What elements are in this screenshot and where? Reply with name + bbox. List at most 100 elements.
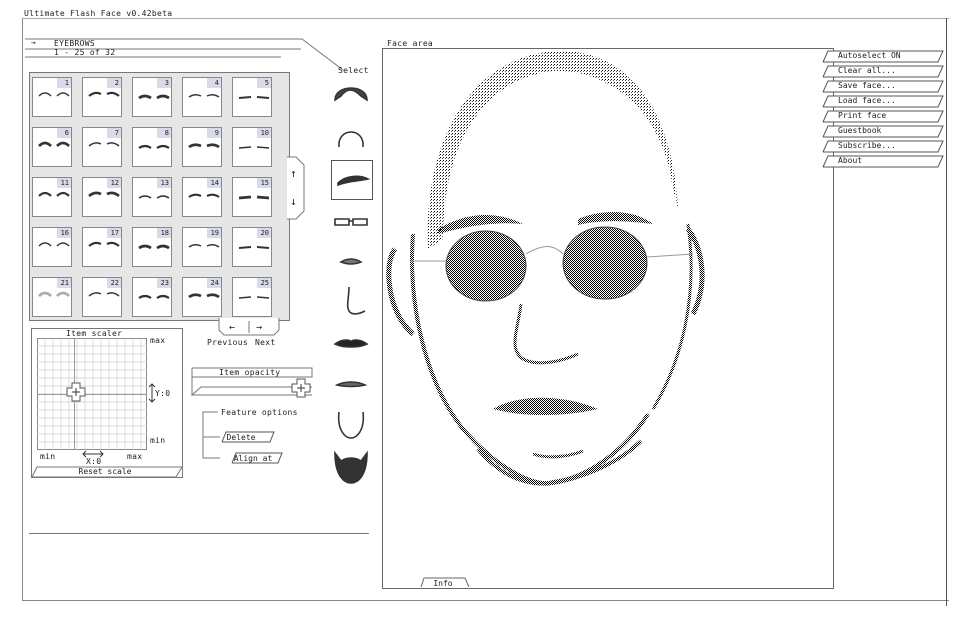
thumbnail-item[interactable]: 17 — [82, 227, 122, 267]
select-feature-mouth[interactable] — [331, 365, 373, 405]
thumbnail-item[interactable]: 25 — [232, 277, 272, 317]
delete-button[interactable]: Delete — [221, 432, 261, 444]
next-button[interactable]: Next — [255, 338, 275, 347]
menu-button-label: Autoselect ON — [838, 51, 901, 60]
thumbnail-item[interactable]: 15 — [232, 177, 272, 217]
thumbnail-item[interactable]: 19 — [182, 227, 222, 267]
menu-subscribe-button[interactable]: Subscribe... — [822, 140, 944, 153]
head-shape-icon — [338, 131, 364, 148]
thumbnail-item[interactable]: 20 — [232, 227, 272, 267]
thumbnail-number: 17 — [107, 228, 121, 238]
scaler-min-x: min — [40, 452, 56, 461]
reset-scale-button[interactable]: Reset scale — [40, 466, 170, 478]
chin-icon — [337, 411, 365, 439]
thumbnail-number: 19 — [207, 228, 221, 238]
select-feature-head-shape[interactable] — [331, 119, 373, 159]
scaler-handle-icon[interactable] — [66, 382, 86, 402]
thumbnail-item[interactable]: 2 — [82, 77, 122, 117]
select-feature-mustache[interactable] — [331, 324, 373, 364]
menu-button-label: Save face... — [838, 81, 896, 90]
select-feature-glasses[interactable] — [331, 201, 373, 241]
thumbnail-item[interactable]: 24 — [182, 277, 222, 317]
previous-button[interactable]: Previous — [207, 338, 248, 347]
scroll-box-shape — [287, 156, 305, 220]
thumbnail-number: 20 — [257, 228, 271, 238]
thumbnail-item[interactable]: 5 — [232, 77, 272, 117]
menu-guestbook-button[interactable]: Guestbook — [822, 125, 944, 138]
scroll-down-icon[interactable]: ↓ — [290, 195, 297, 208]
thumbnail-number: 10 — [257, 128, 271, 138]
category-name[interactable]: EYEBROWS — [54, 39, 95, 48]
thumbnail-number: 16 — [57, 228, 71, 238]
thumbnail-number: 7 — [107, 128, 121, 138]
thumbnail-item[interactable]: 4 — [182, 77, 222, 117]
thumbnail-number: 13 — [157, 178, 171, 188]
divider — [29, 533, 369, 534]
previous-arrow-icon[interactable]: ← — [229, 322, 235, 333]
menu-button-label: Subscribe... — [838, 141, 896, 150]
next-arrow-icon[interactable]: → — [256, 322, 262, 333]
select-feature-eyebrows[interactable] — [331, 160, 373, 200]
thumbnail-number: 25 — [257, 278, 271, 288]
thumbnail-number: 24 — [207, 278, 221, 288]
face-drawing — [386, 50, 705, 486]
menu-button-label: Clear all... — [838, 66, 896, 75]
category-range: 1 - 25 of 32 — [54, 48, 116, 57]
scaler-max-y: max — [150, 336, 166, 345]
menu-print-face-button[interactable]: Print face — [822, 110, 944, 123]
menu-load-face-button[interactable]: Load face... — [822, 95, 944, 108]
thumbnail-item[interactable]: 14 — [182, 177, 222, 217]
thumbnail-item[interactable]: 6 — [32, 127, 72, 167]
info-tab[interactable]: Info — [423, 578, 463, 590]
hair-icon — [334, 87, 368, 102]
thumbnail-number: 11 — [57, 178, 71, 188]
thumbnail-item[interactable]: 23 — [132, 277, 172, 317]
select-feature-eyes[interactable] — [331, 242, 373, 282]
window-title: Ultimate Flash Face v0.42beta — [24, 9, 173, 18]
select-feature-hair[interactable] — [331, 78, 373, 118]
item-opacity-label: Item opacity — [219, 368, 281, 377]
thumbnail-item[interactable]: 12 — [82, 177, 122, 217]
menu-button-label: Guestbook — [838, 126, 882, 135]
select-feature-chin[interactable] — [331, 406, 373, 446]
mustache-icon — [333, 339, 369, 348]
menu-autoselect-on-button[interactable]: Autoselect ON — [822, 50, 944, 63]
scaler-max-x: max — [127, 452, 143, 461]
thumbnail-item[interactable]: 21 — [32, 277, 72, 317]
thumbnail-item[interactable]: 8 — [132, 127, 172, 167]
thumbnail-item[interactable]: 11 — [32, 177, 72, 217]
thumbnail-item[interactable]: 22 — [82, 277, 122, 317]
opacity-slider-handle-icon[interactable] — [291, 378, 311, 398]
select-feature-beard[interactable] — [331, 447, 373, 487]
thumbnail-number: 18 — [157, 228, 171, 238]
scaler-x-readout: X:0 — [86, 457, 102, 466]
thumbnail-number: 23 — [157, 278, 171, 288]
beard-icon — [334, 450, 368, 484]
scroll-up-icon[interactable]: ↑ — [290, 167, 297, 180]
thumbnail-number: 1 — [57, 78, 71, 88]
thumbnail-number: 3 — [157, 78, 171, 88]
eyes-icon — [339, 258, 363, 265]
thumbnail-number: 9 — [207, 128, 221, 138]
align-at-button[interactable]: Align at — [231, 453, 275, 465]
right-edge-line — [946, 18, 947, 606]
select-feature-nose[interactable] — [331, 283, 373, 323]
thumbnail-item[interactable]: 10 — [232, 127, 272, 167]
thumbnail-number: 4 — [207, 78, 221, 88]
menu-about-button[interactable]: About — [822, 155, 944, 168]
menu-clear-all-button[interactable]: Clear all... — [822, 65, 944, 78]
thumbnail-item[interactable]: 18 — [132, 227, 172, 267]
menu-save-face-button[interactable]: Save face... — [822, 80, 944, 93]
thumbnail-item[interactable]: 9 — [182, 127, 222, 167]
thumbnail-item[interactable]: 7 — [82, 127, 122, 167]
thumbnail-number: 14 — [207, 178, 221, 188]
category-arrow-icon[interactable]: → — [31, 38, 36, 47]
scaler-grid[interactable] — [37, 338, 147, 450]
face-area-title: Face area — [387, 39, 434, 48]
thumbnail-item[interactable]: 1 — [32, 77, 72, 117]
thumbnail-number: 2 — [107, 78, 121, 88]
thumbnail-item[interactable]: 3 — [132, 77, 172, 117]
thumbnail-item[interactable]: 13 — [132, 177, 172, 217]
thumbnail-number: 5 — [257, 78, 271, 88]
thumbnail-item[interactable]: 16 — [32, 227, 72, 267]
